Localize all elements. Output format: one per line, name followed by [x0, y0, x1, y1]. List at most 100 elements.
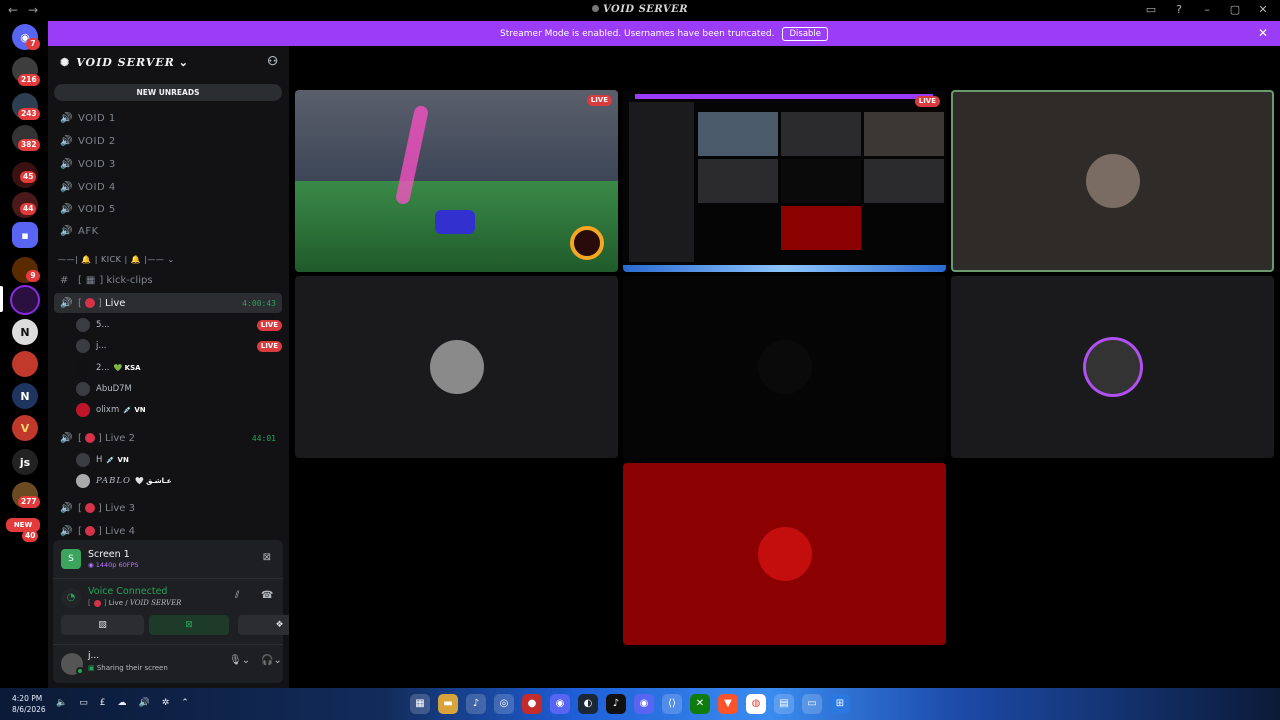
- participant-tile[interactable]: [623, 276, 946, 458]
- cloud-icon[interactable]: ☁: [117, 698, 126, 708]
- close-window-icon[interactable]: ✕: [1256, 3, 1270, 16]
- server-icon-v[interactable]: V: [12, 415, 38, 441]
- chrome-icon[interactable]: ◍: [746, 694, 766, 714]
- server-header[interactable]: ✺ VOID SERVER ⌄ ⚇: [48, 46, 289, 78]
- disable-streamer-mode-button[interactable]: Disable: [782, 26, 829, 41]
- server-icon-js[interactable]: js: [12, 449, 38, 475]
- stop-stream-icon[interactable]: ⊠: [263, 552, 271, 563]
- camera-off-icon: ▨: [98, 620, 107, 630]
- server-icon-void[interactable]: [12, 287, 38, 313]
- nested-sidebar: [629, 102, 694, 262]
- currency-icon[interactable]: £: [100, 698, 106, 708]
- vscode-icon[interactable]: ⟨⟩: [662, 694, 682, 714]
- voice-user[interactable]: PABLO 🤍 عـاشـق: [76, 472, 282, 490]
- online-status-icon: [76, 667, 84, 675]
- user-name[interactable]: j...: [88, 651, 99, 661]
- voice-channel-void-1[interactable]: 🔊 VOID 1: [54, 108, 282, 128]
- live-dot-icon: [84, 503, 95, 513]
- video-stage: LIVE LIVE: [289, 46, 1280, 688]
- voice-channel-info[interactable]: [] Live / VOID SERVER: [88, 599, 181, 607]
- folder-icon[interactable]: ▪: [12, 222, 38, 248]
- invite-people-icon[interactable]: ⚇: [267, 54, 279, 68]
- minimize-icon[interactable]: –: [1200, 3, 1214, 16]
- disconnect-icon[interactable]: ☎: [261, 590, 273, 601]
- signal-icon[interactable]: ◔: [61, 588, 81, 608]
- avatar: [757, 527, 812, 581]
- voice-user[interactable]: AbuD7M: [76, 380, 282, 398]
- noise-suppression-icon[interactable]: ⫽: [235, 590, 239, 601]
- divider: [53, 578, 283, 579]
- voice-user[interactable]: 5... LIVE: [76, 316, 282, 334]
- app-icon[interactable]: ◎: [494, 694, 514, 714]
- voice-user[interactable]: j... LIVE: [76, 337, 282, 355]
- discord-canary-icon[interactable]: ◉: [634, 694, 654, 714]
- speaker-icon: 🔊: [60, 432, 73, 444]
- speaker-icon[interactable]: 🔊: [138, 698, 149, 708]
- participant-tile[interactable]: [295, 276, 618, 458]
- start-icon[interactable]: ⊞: [830, 694, 850, 714]
- avatar: [757, 340, 812, 394]
- voice-user[interactable]: 2... 💚 KSA: [76, 359, 282, 377]
- voice-channel-void-5[interactable]: 🔊 VOID 5: [54, 199, 282, 219]
- stream-tile-screen[interactable]: LIVE: [623, 90, 946, 272]
- headphones-icon[interactable]: 🎧⌄: [261, 655, 282, 666]
- discord-icon[interactable]: ◉: [550, 694, 570, 714]
- avatar: [76, 382, 90, 396]
- clip-icon: ▦: [85, 274, 96, 286]
- voice-user[interactable]: H 💉 VN: [76, 451, 282, 469]
- window-icon[interactable]: ▭: [802, 694, 822, 714]
- server-icon-emblem[interactable]: [12, 351, 38, 377]
- steam-icon[interactable]: ◐: [578, 694, 598, 714]
- voice-channel-live-4[interactable]: 🔊[] Live 4: [54, 521, 282, 541]
- voice-channel-live[interactable]: 🔊[] Live 4:00:43: [54, 293, 282, 313]
- server-badge: 382: [18, 139, 40, 151]
- volume-icon[interactable]: 🔈: [56, 698, 67, 708]
- server-icon-shield[interactable]: N: [12, 383, 38, 409]
- new-unreads-button[interactable]: NEW UNREADS: [54, 84, 282, 101]
- chevron-up-icon[interactable]: ⌃: [181, 698, 189, 708]
- display-icon[interactable]: ▭: [79, 698, 88, 708]
- stream-tile-game[interactable]: LIVE: [295, 90, 618, 272]
- voice-channel-afk[interactable]: 🔊 AFK: [54, 221, 282, 241]
- avatar: [1085, 340, 1140, 394]
- xbox-icon[interactable]: ✕: [690, 694, 710, 714]
- server-name: VOID SERVER: [76, 55, 175, 69]
- category-kick[interactable]: ——| 🔔 | KICK | 🔔 |—— ⌄: [58, 255, 175, 264]
- speaker-icon: 🔊: [60, 112, 73, 124]
- app-icon[interactable]: ●: [522, 694, 542, 714]
- server-badge-icon: ✺: [60, 55, 71, 69]
- text-channel-kick-clips[interactable]: #[▦] kick-clips: [54, 270, 282, 290]
- voice-status[interactable]: Voice Connected: [88, 586, 167, 597]
- tiktok-icon[interactable]: ♪: [606, 694, 626, 714]
- music-icon[interactable]: ♪: [466, 694, 486, 714]
- server-badge: 40: [22, 530, 39, 542]
- microphone-icon[interactable]: 🎙⌄: [229, 655, 250, 666]
- avatar: [1085, 154, 1140, 208]
- file-explorer-icon[interactable]: ▬: [438, 694, 458, 714]
- participant-tile[interactable]: [951, 276, 1274, 458]
- inbox-icon[interactable]: ▭: [1144, 3, 1158, 16]
- clock[interactable]: 4:20 PM 8/6/2026: [12, 693, 46, 715]
- participant-tile-speaking[interactable]: [951, 90, 1274, 272]
- store-icon[interactable]: ▤: [774, 694, 794, 714]
- settings-icon[interactable]: ✲: [162, 698, 170, 708]
- voice-channel-live-3[interactable]: 🔊[] Live 3: [54, 498, 282, 518]
- close-banner-icon[interactable]: ✕: [1258, 26, 1268, 40]
- nested-tile: [781, 112, 861, 156]
- participant-tile[interactable]: [623, 463, 946, 645]
- avatar: [76, 453, 90, 467]
- voice-channel-void-4[interactable]: 🔊 VOID 4: [54, 177, 282, 197]
- screen-share-button[interactable]: ⊠: [149, 615, 229, 635]
- live-badge: LIVE: [914, 96, 940, 107]
- help-icon[interactable]: ?: [1172, 3, 1186, 16]
- voice-channel-live-2[interactable]: 🔊[] Live 2 44:01: [54, 428, 282, 448]
- channel-timer: 44:01: [251, 433, 276, 443]
- voice-channel-void-2[interactable]: 🔊 VOID 2: [54, 131, 282, 151]
- camera-off-button[interactable]: ▨: [61, 615, 144, 635]
- voice-user[interactable]: olixm 💉 VN: [76, 401, 282, 419]
- widgets-icon[interactable]: ▦: [410, 694, 430, 714]
- voice-channel-void-3[interactable]: 🔊 VOID 3: [54, 154, 282, 174]
- brave-icon[interactable]: ▼: [718, 694, 738, 714]
- maximize-icon[interactable]: ▢: [1228, 3, 1242, 16]
- server-icon-n[interactable]: N: [12, 319, 38, 345]
